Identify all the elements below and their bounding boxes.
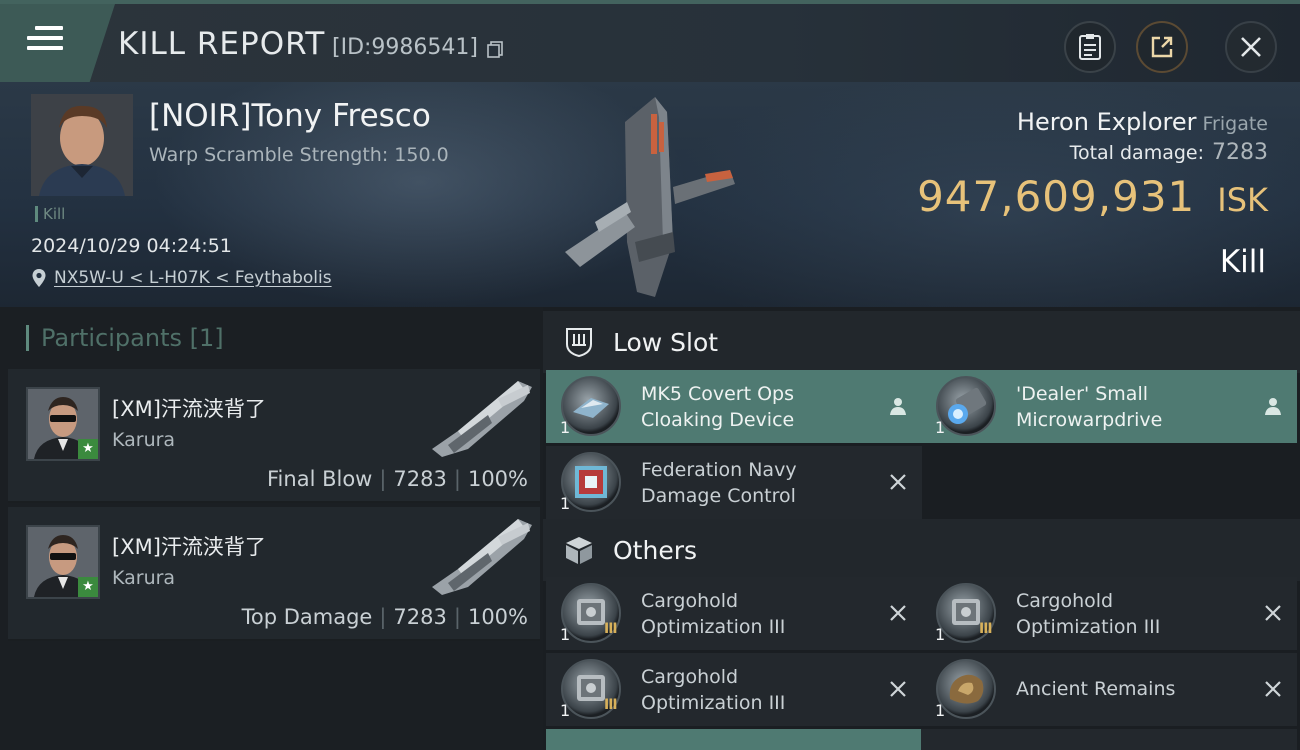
participant-name: [XM]汗流浃背了 xyxy=(112,397,266,421)
module-name: 'Dealer' Small Microwarpdrive xyxy=(1016,383,1163,431)
module-slot[interactable]: 1 Federation Navy Damage Control xyxy=(546,446,922,519)
participant-name: [XM]汗流浃背了 xyxy=(112,535,266,559)
module-name: MK5 Covert Ops Cloaking Device xyxy=(641,383,795,431)
star-badge-icon: ★ xyxy=(78,577,98,597)
destroyed-x-icon xyxy=(1265,605,1281,621)
isk-unit: ISK xyxy=(1217,181,1268,219)
hamburger-menu-icon xyxy=(27,26,63,54)
participant-role: Final Blow xyxy=(267,467,373,491)
cargo-item[interactable]: III 1 Cargohold Optimization III xyxy=(546,577,922,650)
participant-stats: Top Damage | 7283 | 100% xyxy=(241,605,528,629)
cargo-item[interactable]: III 1 Cargohold Optimization III xyxy=(546,653,922,726)
copy-icon[interactable] xyxy=(486,40,504,58)
low-slot-icon xyxy=(566,328,592,358)
others-title: Others xyxy=(613,536,698,565)
module-slot[interactable]: 1 MK5 Covert Ops Cloaking Device xyxy=(546,370,922,443)
cargo-item-partial[interactable] xyxy=(921,729,1297,750)
item-name: Ancient Remains xyxy=(1016,678,1176,700)
participant-row[interactable]: ★ [XM]汗流浃背了 Karura Top Damage | 7283 | 100% xyxy=(8,507,540,641)
participant-ship-image xyxy=(432,381,532,457)
report-id: [ID:9986541] xyxy=(332,35,478,60)
victim-ship-image xyxy=(565,97,735,297)
cube-icon xyxy=(566,537,592,564)
close-button[interactable] xyxy=(1225,21,1277,73)
fitted-pilot-icon xyxy=(890,398,906,415)
participants-panel: Participants [1] ★ [XM]汗流浃背了 Karura Fina… xyxy=(0,307,543,750)
participant-role: Top Damage xyxy=(241,605,373,629)
destroyed-x-icon xyxy=(890,605,906,621)
menu-button[interactable] xyxy=(0,4,115,82)
kill-timestamp: 2024/10/29 04:24:51 xyxy=(31,235,232,257)
location-pin-icon xyxy=(32,269,46,287)
participant-ship: Karura xyxy=(112,429,176,451)
share-icon xyxy=(1151,36,1173,58)
tier-badge: III xyxy=(604,621,618,637)
item-name: Cargohold Optimization III xyxy=(641,666,786,714)
pilot-face-image xyxy=(31,94,133,196)
module-slot[interactable]: 1 'Dealer' Small Microwarpdrive xyxy=(921,370,1297,443)
cargo-item[interactable]: III 1 Cargohold Optimization III xyxy=(921,577,1297,650)
fitted-pilot-icon xyxy=(1265,398,1281,415)
participant-avatar: ★ xyxy=(26,387,100,461)
victim-portrait[interactable] xyxy=(31,94,133,196)
destroyed-x-icon xyxy=(1265,681,1281,697)
victim-banner: [NOIR]Tony Fresco Warp Scramble Strength… xyxy=(0,82,1300,307)
module-name: Federation Navy Damage Control xyxy=(641,459,797,507)
location-link[interactable]: NX5W-U < L-H07K < Feythabolis xyxy=(54,268,332,288)
module-quantity: 1 xyxy=(935,418,946,437)
isk-value: 947,609,931 ISK xyxy=(917,172,1268,221)
participant-row[interactable]: ★ [XM]汗流浃背了 Karura Final Blow | 7283 | 100% xyxy=(8,369,540,503)
destroyed-x-icon xyxy=(890,681,906,697)
participant-avatar: ★ xyxy=(26,525,100,599)
participant-ship: Karura xyxy=(112,567,176,589)
isk-amount: 947,609,931 xyxy=(917,172,1196,221)
item-quantity: 1 xyxy=(560,625,571,644)
participants-heading: Participants [1] xyxy=(26,325,224,351)
participant-percent: 100% xyxy=(467,605,528,629)
close-icon xyxy=(1241,37,1261,57)
share-button[interactable] xyxy=(1136,21,1188,73)
total-damage: Total damage: 7283 xyxy=(1070,140,1268,165)
destroyed-x-icon xyxy=(890,474,906,490)
kill-tag: Kill xyxy=(35,206,65,222)
ship-name-text: Heron Explorer xyxy=(1016,108,1197,136)
ship-class: Frigate xyxy=(1202,113,1268,135)
item-quantity: 1 xyxy=(560,701,571,720)
item-name: Cargohold Optimization III xyxy=(1016,590,1161,638)
participant-damage: 7283 xyxy=(393,605,447,629)
star-badge-icon: ★ xyxy=(78,439,98,459)
warp-scramble-strength: Warp Scramble Strength: 150.0 xyxy=(149,144,449,166)
cargo-item[interactable]: 1 Ancient Remains xyxy=(921,653,1297,726)
fitting-panel: Low Slot 1 MK5 Covert Ops Cloaking Device… xyxy=(543,307,1300,750)
module-quantity: 1 xyxy=(560,494,571,513)
item-name: Cargohold Optimization III xyxy=(641,590,786,638)
clipboard-button[interactable] xyxy=(1064,21,1116,73)
total-damage-label: Total damage: xyxy=(1069,142,1204,164)
participant-damage: 7283 xyxy=(393,467,447,491)
victim-ship-name[interactable]: Heron Explorer Frigate xyxy=(1017,108,1268,136)
total-damage-value: 7283 xyxy=(1212,140,1268,165)
low-slot-title: Low Slot xyxy=(613,328,719,357)
page-title: KILL REPORT xyxy=(118,26,326,62)
participant-percent: 100% xyxy=(467,467,528,491)
low-slot-header: Low Slot xyxy=(543,311,1300,373)
participant-ship-image xyxy=(432,519,532,595)
module-quantity: 1 xyxy=(560,418,571,437)
item-quantity: 1 xyxy=(935,625,946,644)
report-result: Kill xyxy=(1219,244,1266,280)
tier-badge: III xyxy=(979,621,993,637)
participant-stats: Final Blow | 7283 | 100% xyxy=(267,467,528,491)
item-quantity: 1 xyxy=(935,701,946,720)
tier-badge: III xyxy=(604,697,618,713)
clipboard-icon xyxy=(1079,34,1101,60)
others-header: Others xyxy=(543,519,1300,581)
top-bar: KILL REPORT [ID:9986541] xyxy=(0,0,1300,82)
victim-name[interactable]: [NOIR]Tony Fresco xyxy=(149,98,431,134)
module-slot-partial[interactable] xyxy=(546,729,922,750)
